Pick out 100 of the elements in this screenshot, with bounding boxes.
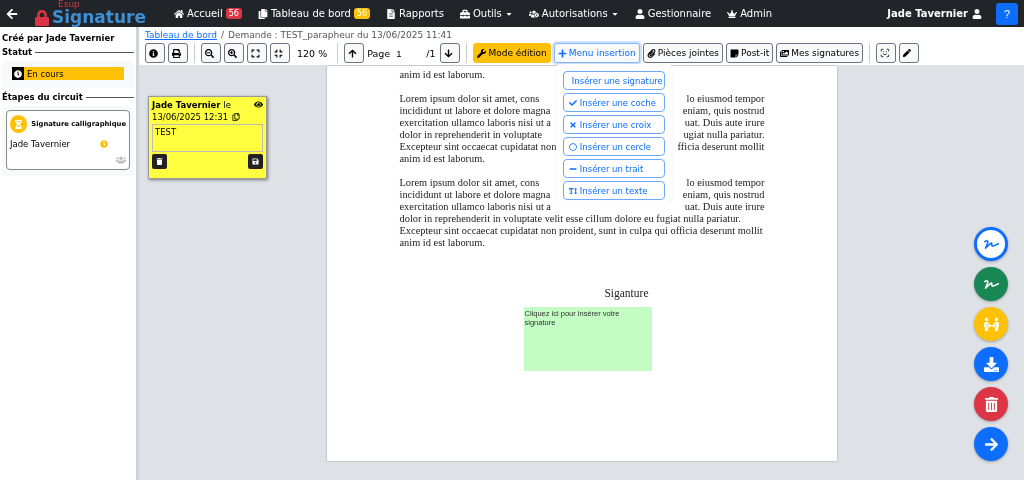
user-icon [634,8,645,19]
toolbar-button[interactable]: Pièces jointes [642,43,724,63]
signature-heading: Siganture [604,287,649,299]
user-menu[interactable]: Jade Tavernier [887,8,982,19]
next-button[interactable] [974,427,1008,461]
breadcrumb-link[interactable]: Tableau de bord [145,30,217,40]
document-text: Excepteur sint occaecat cupidatat non proident, sunt in culpa qui officia deserunt mollit [399,225,763,237]
nav-link[interactable]: Outils [453,8,519,19]
created-by-text: Créé par Jade Tavernier [2,33,116,43]
check-icon [568,98,577,107]
menu-item[interactable]: Insérer une signature [562,71,665,90]
file-icon [386,8,396,19]
clock-icon [14,69,22,78]
zoom-out-icon [205,48,214,58]
lock-icon [34,9,50,26]
arrow-left-icon [6,7,18,20]
fit-button[interactable] [247,43,267,63]
breadcrumb-separator: / [220,30,224,40]
zoom-out-button[interactable] [201,43,221,63]
count-badge: 56 [225,8,242,19]
next-page-button[interactable] [440,43,461,63]
note-author: Jade Tavernier le [152,100,231,110]
nav-link[interactable]: Accueil 56 [167,8,248,19]
section-heading: Statut [2,47,134,57]
count-badge: 56 [353,8,370,19]
delete-button[interactable] [974,387,1008,421]
toolbar-button[interactable]: Post-it [726,43,774,63]
document-text: uat. Duis aute irure [684,117,765,129]
document-text: Lorem ipsum dolor sit amet, cons [399,93,540,105]
nav-link[interactable]: Tableau de bord 56 [251,8,376,19]
delete-note-button[interactable] [152,154,167,169]
fit-width-button[interactable] [270,43,290,63]
logo-small-text: Esup [58,0,80,9]
people-icon [983,316,999,332]
document-text: lo eiusmod tempor [686,93,765,105]
menu-item[interactable]: Insérer une coche [562,93,665,112]
expand-icon [251,48,260,58]
nav-link[interactable]: Rapports [380,8,450,19]
users-icon [116,155,126,165]
copy-icon [232,113,241,121]
zoom-level: 120 % [297,47,328,59]
trash-icon [156,158,163,165]
arrow-up-icon [348,48,358,58]
documents-icon [257,8,268,19]
document-text: eniam, quis nostrud [682,105,765,117]
previous-page-button[interactable] [344,43,365,63]
nav-link[interactable]: Gestionnaire [628,8,718,19]
hourglass-icon [10,115,28,133]
document-text: dolor in reprehenderit in voluptate [399,129,543,141]
cross-icon [568,120,577,129]
help-button[interactable]: ? [996,2,1018,25]
logo-text: Signature [52,7,146,26]
print-button[interactable] [168,43,188,63]
pen-button[interactable] [899,43,920,63]
info-icon [149,48,158,58]
arrow-down-icon [444,48,454,58]
document-text: incididunt ut labore et dolore magna [399,105,551,117]
scan-button[interactable] [876,43,897,63]
signer-name: Jade Tavernier [10,139,71,149]
user-icon [972,8,982,19]
scan-icon [880,48,891,58]
menu-item[interactable]: Insérer un texte [562,181,665,200]
nav-link[interactable]: Admin [721,8,779,19]
save-signature-button[interactable] [974,267,1008,301]
toolbox-icon [459,8,470,19]
arrow-right-icon [983,436,999,452]
document-text: uat. Duis aute irure [684,201,765,213]
paperclip-icon [646,48,656,58]
sticky-note-icon [730,48,740,58]
note-field[interactable]: TEST [152,124,263,152]
images-icon [780,48,790,58]
document-text: exercitation ullamco laboris nisi ut a [399,201,551,213]
page-total: /1 [426,47,436,59]
zoom-in-button[interactable] [224,43,244,63]
toolbar-button[interactable]: Mes signatures [776,43,864,63]
menu-item[interactable]: Insérer une croix [562,115,665,134]
insert-menu-button[interactable]: Menu insertion [553,43,640,63]
sign-button[interactable] [974,227,1008,261]
edit-mode-button[interactable]: Mode édition [473,43,551,63]
wrench-icon [477,48,487,58]
download-icon [983,356,999,372]
download-button[interactable] [974,347,1008,381]
document-text: anim id est laborum. [399,237,485,249]
document-text: incididunt ut labore et dolore magna [399,189,551,201]
eye-icon [254,100,263,109]
menu-item[interactable]: Insérer un trait [562,159,665,178]
info-button[interactable] [145,43,165,63]
nav-link[interactable]: Autorisations [522,8,625,19]
breadcrumb-current: Demande : TEST_parapheur du 13/06/2025 11:41 [228,30,452,40]
save-note-button[interactable] [248,154,263,169]
status-text: En cours [27,68,64,79]
document-text: fficia deserunt mollit [677,141,765,153]
crown-icon [727,8,738,19]
note-date: 13/06/2025 12:31 [152,112,229,122]
menu-item[interactable]: Insérer un cercle [562,137,665,156]
document-text: ugiat nulla pariatur. [683,129,765,141]
trash-icon [983,396,999,412]
users-icon [528,8,539,19]
document-text: exercitation ullamco laboris nisi ut a [399,117,551,129]
back-button[interactable] [6,7,18,20]
